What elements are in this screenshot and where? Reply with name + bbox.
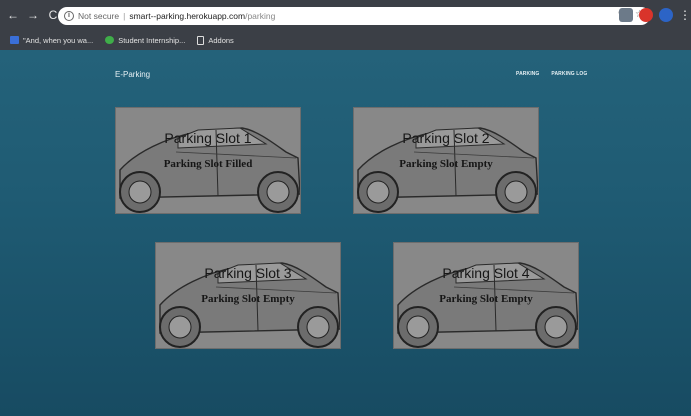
url-host: smart--parking.herokuapp.com xyxy=(129,11,246,21)
brand-logo[interactable]: E-Parking xyxy=(115,70,150,79)
info-icon[interactable]: i xyxy=(64,11,74,21)
slot-title: Parking Slot 1 xyxy=(164,130,252,146)
slot-status: Parking Slot Empty xyxy=(201,293,295,305)
forward-icon[interactable]: → xyxy=(26,8,40,22)
back-icon[interactable]: ← xyxy=(6,8,20,22)
bookmark-green-icon xyxy=(105,36,115,44)
slot-status: Parking Slot Filled xyxy=(163,158,253,170)
url-path: /parking xyxy=(245,11,276,21)
slot-status: Parking Slot Empty xyxy=(399,158,493,170)
nav-parking-log-link[interactable]: PARKING LOG xyxy=(551,71,587,77)
bookmark-item[interactable]: "And, when you wa... xyxy=(10,36,93,45)
bookmark-item[interactable]: Addons xyxy=(197,35,234,45)
nav-parking-link[interactable]: PARKING xyxy=(516,71,539,77)
browser-chrome: ← → C i Not secure | smart--parking.hero… xyxy=(0,0,691,50)
address-bar[interactable]: i Not secure | smart--parking.herokuapp.… xyxy=(58,7,650,25)
page-content: E-Parking PARKING PARKING LOG xyxy=(0,50,691,416)
profile-icon[interactable] xyxy=(659,8,673,22)
parking-slot-card[interactable]: Parking Slot 3 Parking Slot Empty xyxy=(155,242,341,349)
document-icon xyxy=(197,35,205,45)
extension-red-icon[interactable] xyxy=(639,8,653,22)
parking-slot-card[interactable]: Parking Slot 1 Parking Slot Filled xyxy=(115,107,301,214)
extensions: ⋮ xyxy=(619,8,691,22)
security-label: Not secure xyxy=(78,11,120,21)
slot-title: Parking Slot 3 xyxy=(204,265,292,281)
extension-cast-icon[interactable] xyxy=(619,8,633,22)
bookmark-blue-icon xyxy=(10,36,19,44)
bookmark-label: "And, when you wa... xyxy=(23,35,94,45)
parking-slot-card[interactable]: Parking Slot 4 Parking Slot Empty xyxy=(393,242,579,349)
menu-icon[interactable]: ⋮ xyxy=(679,8,691,22)
bookmark-label: Student Internship... xyxy=(118,35,186,45)
bookmark-item[interactable]: Student Internship... xyxy=(105,36,185,45)
slot-title: Parking Slot 2 xyxy=(402,130,490,146)
parking-slot-card[interactable]: Parking Slot 2 Parking Slot Empty xyxy=(353,107,539,214)
address-row: ← → C i Not secure | smart--parking.hero… xyxy=(0,0,691,30)
slot-title: Parking Slot 4 xyxy=(442,265,530,281)
navbar-links: PARKING PARKING LOG xyxy=(516,71,587,77)
url-separator: | xyxy=(123,11,126,21)
bookmark-label: Addons xyxy=(208,35,234,45)
slot-status: Parking Slot Empty xyxy=(439,293,533,305)
bookmarks-bar: "And, when you wa... Student Internship.… xyxy=(0,30,691,50)
